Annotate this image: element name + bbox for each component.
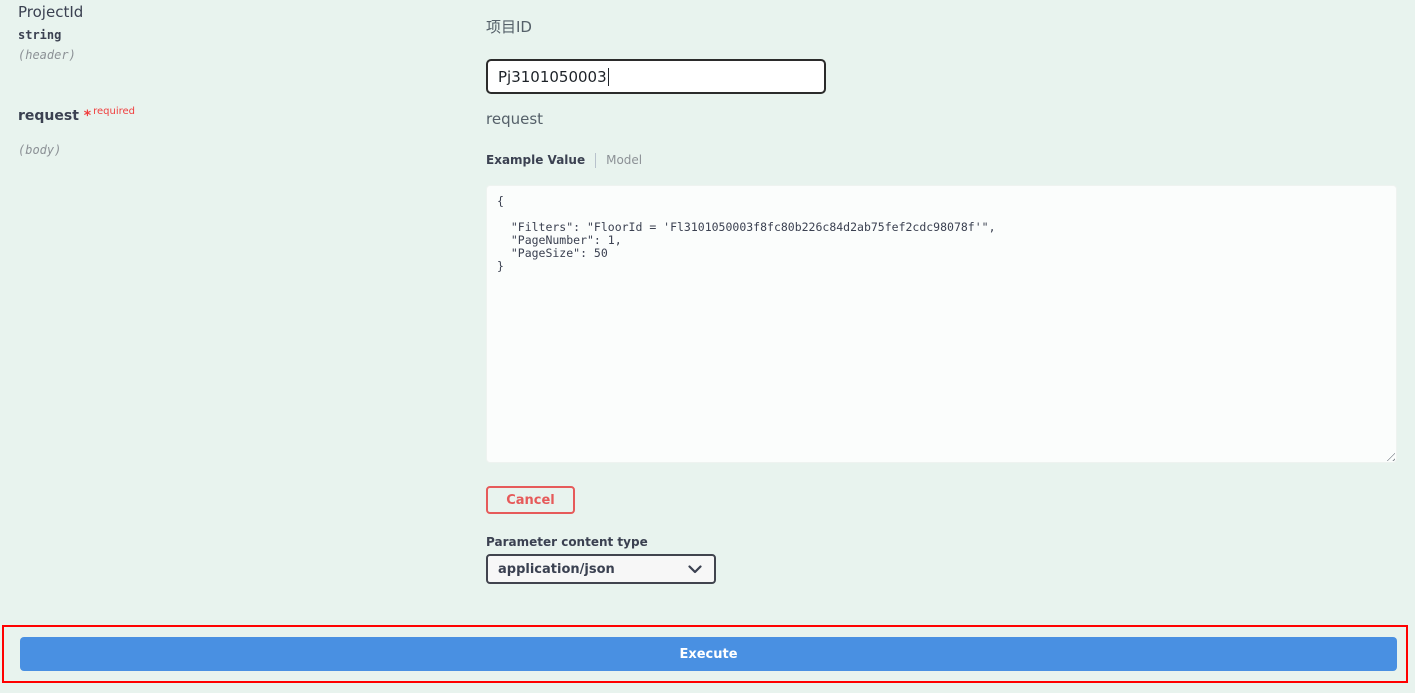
- cancel-button[interactable]: Cancel: [486, 486, 575, 514]
- content-type-select[interactable]: application/json: [486, 554, 716, 584]
- parameter-content-type-label: Parameter content type: [486, 535, 648, 549]
- param-request-name: request: [18, 108, 79, 124]
- projectid-input[interactable]: Pj3101050003: [486, 59, 826, 94]
- content-type-selected-value: application/json: [498, 562, 615, 577]
- param-location-request: (body): [18, 143, 61, 157]
- body-editor-tabs: Example Value Model: [486, 151, 642, 169]
- required-label: required: [93, 106, 135, 117]
- param-name-request: request *required: [18, 108, 135, 124]
- text-caret: [608, 68, 609, 86]
- param-type-projectid: string: [18, 28, 61, 42]
- request-body-textarea[interactable]: { "Filters": "FloorId = 'Fl3101050003f8f…: [486, 185, 1397, 463]
- tab-divider: [595, 153, 596, 168]
- tab-model[interactable]: Model: [606, 153, 642, 167]
- chevron-down-icon: [688, 565, 702, 574]
- param-name-projectid: ProjectId: [18, 3, 83, 21]
- swagger-parameters-panel: ProjectId string (header) request *requi…: [0, 0, 1415, 693]
- required-asterisk: *: [84, 108, 91, 124]
- annotation-highlight-box: Execute: [2, 625, 1408, 683]
- projectid-field-label: 项目ID: [486, 16, 532, 37]
- tab-example-value[interactable]: Example Value: [486, 153, 585, 167]
- param-location-projectid: (header): [18, 48, 76, 62]
- execute-button[interactable]: Execute: [20, 637, 1397, 671]
- request-field-label: request: [486, 110, 543, 128]
- projectid-input-value: Pj3101050003: [498, 68, 607, 86]
